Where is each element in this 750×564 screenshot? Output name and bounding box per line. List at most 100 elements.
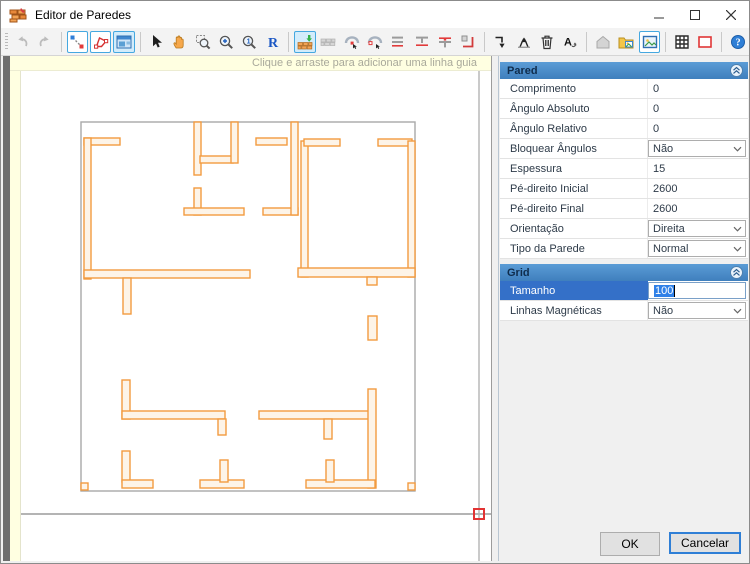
wall-segment[interactable] <box>122 451 130 482</box>
wall-segment[interactable] <box>326 460 334 482</box>
dropdown-bloquear-angulos[interactable]: Não <box>648 140 746 157</box>
property-row[interactable]: Espessura 15 <box>500 159 748 179</box>
wall-segment[interactable] <box>408 141 415 277</box>
add-wall-disabled-button[interactable] <box>318 31 339 53</box>
wall-segment[interactable] <box>220 460 228 482</box>
guide-hint-bar[interactable]: Clique e arraste para adicionar uma linh… <box>10 56 491 71</box>
property-row[interactable]: Tipo da Parede Normal <box>500 239 748 259</box>
preview-icon <box>116 34 132 50</box>
svg-text:R: R <box>268 36 279 50</box>
property-row[interactable]: Pé-direito Inicial 2600 <box>500 179 748 199</box>
dropdown-tipo-parede[interactable]: Normal <box>648 240 746 257</box>
edit-wall-button[interactable] <box>90 31 111 53</box>
help-button[interactable]: ? <box>727 31 748 53</box>
maximize-button[interactable] <box>677 1 713 28</box>
delete-button[interactable] <box>537 31 558 53</box>
minimize-button[interactable] <box>641 1 677 28</box>
boundary-button[interactable] <box>695 31 716 53</box>
insert-node-button[interactable] <box>341 31 362 53</box>
section-header-pared[interactable]: Pared <box>500 62 748 79</box>
property-value[interactable]: 15 <box>648 159 748 178</box>
property-row[interactable]: Ângulo Absoluto 0 <box>500 99 748 119</box>
chevron-down-icon <box>733 226 742 232</box>
wall-segment[interactable] <box>324 419 332 439</box>
property-row[interactable]: Linhas Magnéticas Não <box>500 301 748 321</box>
wall-segment[interactable] <box>123 278 131 314</box>
dropdown-linhas-magneticas[interactable]: Não <box>648 302 746 319</box>
redraw-button[interactable]: R <box>262 31 283 53</box>
wall-segment[interactable] <box>304 139 340 146</box>
zoom-in-button[interactable] <box>215 31 236 53</box>
toolbar-grip[interactable] <box>5 33 8 51</box>
undo-button[interactable] <box>11 31 32 53</box>
collapse-button[interactable] <box>730 266 743 279</box>
property-row[interactable]: Ângulo Relativo 0 <box>500 119 748 139</box>
vertical-guide-bar[interactable] <box>10 71 21 561</box>
wall-segment[interactable] <box>306 480 375 488</box>
remove-node-button[interactable] <box>364 31 385 53</box>
wall-segment[interactable] <box>378 139 412 146</box>
dropdown-value: Direita <box>653 223 685 235</box>
wall-segment[interactable] <box>84 138 91 279</box>
tamanho-input[interactable]: 100 <box>648 282 746 299</box>
property-row[interactable]: Comprimento 0 <box>500 79 748 99</box>
wall-segment[interactable] <box>81 483 88 490</box>
collapse-button[interactable] <box>730 64 743 77</box>
corner-button[interactable] <box>458 31 479 53</box>
preview-button[interactable] <box>113 31 134 53</box>
property-row-selected[interactable]: Tamanho 100 <box>500 281 748 301</box>
add-wall-button[interactable] <box>294 31 315 53</box>
invert-text-button[interactable]: A <box>560 31 581 53</box>
extend-button[interactable] <box>513 31 534 53</box>
grid-button[interactable] <box>671 31 692 53</box>
wall-segment[interactable] <box>231 122 238 163</box>
select-button[interactable] <box>145 31 166 53</box>
redo-button[interactable] <box>34 31 55 53</box>
wall-segment[interactable] <box>298 268 415 277</box>
export-button[interactable] <box>592 31 613 53</box>
close-icon <box>726 10 736 20</box>
junction-open-button[interactable] <box>388 31 409 53</box>
property-row[interactable]: Pé-direito Final 2600 <box>500 199 748 219</box>
property-value[interactable]: 2600 <box>648 179 748 198</box>
cancel-button[interactable]: Cancelar <box>669 532 741 554</box>
wall-segment[interactable] <box>408 483 415 490</box>
wall-segment[interactable] <box>84 270 250 278</box>
wall-segment[interactable] <box>368 316 377 340</box>
section-header-grid[interactable]: Grid <box>500 264 748 281</box>
drawing-canvas[interactable] <box>21 71 491 561</box>
property-value[interactable]: 0 <box>648 119 748 138</box>
wall-segment[interactable] <box>200 156 233 163</box>
ok-button[interactable]: OK <box>600 532 660 556</box>
bricks-app-icon <box>9 7 27 23</box>
title-bar[interactable]: Editor de Paredes <box>1 1 749 28</box>
junction-merge-button[interactable] <box>411 31 432 53</box>
wall-segment[interactable] <box>368 389 376 488</box>
wall-segment[interactable] <box>218 419 226 435</box>
property-value[interactable]: 0 <box>648 79 748 98</box>
wall-segment[interactable] <box>184 208 244 215</box>
draw-wall-button[interactable] <box>67 31 88 53</box>
property-label: Ângulo Absoluto <box>500 99 648 118</box>
wall-segment[interactable] <box>256 138 287 145</box>
zoom-window-button[interactable] <box>192 31 213 53</box>
wall-segment[interactable] <box>259 411 371 419</box>
trim-button[interactable] <box>490 31 511 53</box>
property-value[interactable]: 2600 <box>648 199 748 218</box>
zoom-actual-button[interactable]: 1 <box>239 31 260 53</box>
property-row[interactable]: Orientação Direita <box>500 219 748 239</box>
wall-segment[interactable] <box>291 122 298 215</box>
wall-segment[interactable] <box>122 411 225 419</box>
close-button[interactable] <box>713 1 749 28</box>
dropdown-orientacao[interactable]: Direita <box>648 220 746 237</box>
pan-button[interactable] <box>169 31 190 53</box>
import-image-button[interactable] <box>616 31 637 53</box>
wall-segment[interactable] <box>367 277 377 285</box>
wall-segment[interactable] <box>122 480 153 488</box>
property-value[interactable]: 0 <box>648 99 748 118</box>
image-settings-button[interactable] <box>639 31 660 53</box>
wall-segment[interactable] <box>194 122 201 175</box>
wall-segment[interactable] <box>301 141 308 277</box>
junction-split-button[interactable] <box>434 31 455 53</box>
property-row[interactable]: Bloquear Ângulos Não <box>500 139 748 159</box>
